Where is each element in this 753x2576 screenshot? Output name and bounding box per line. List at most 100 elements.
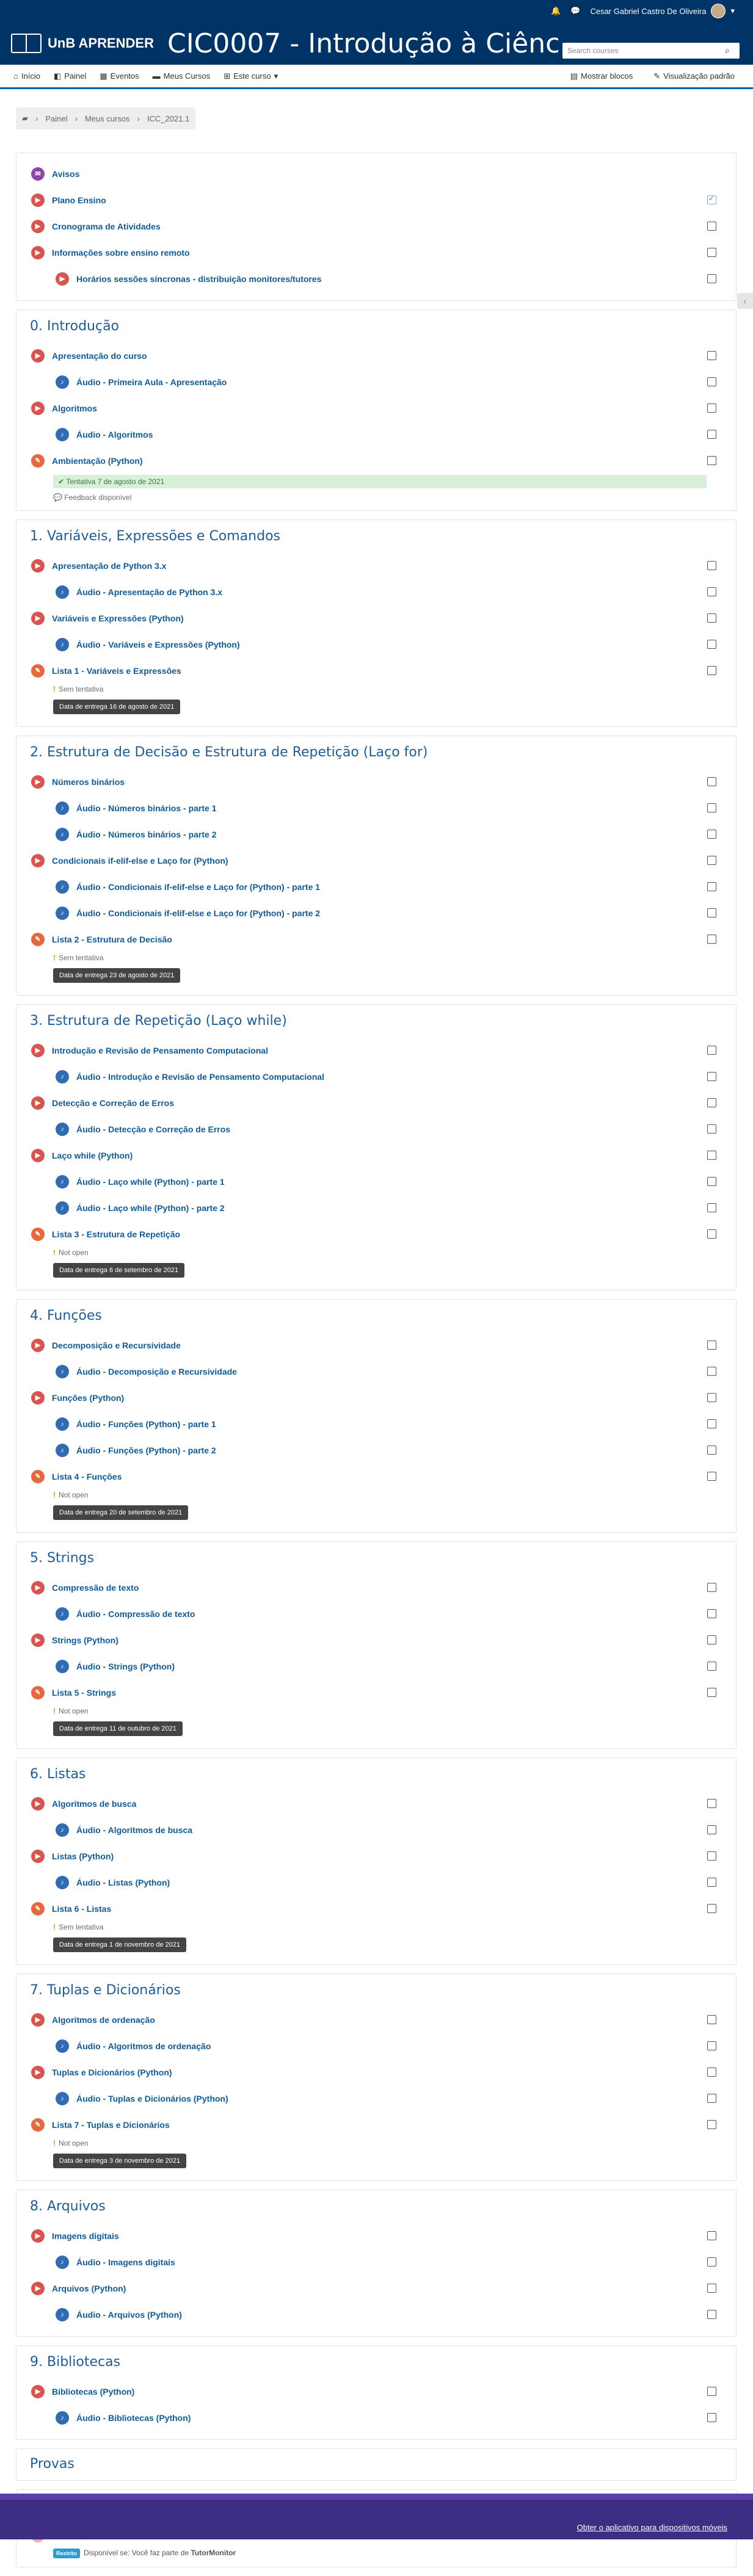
nav-my-courses[interactable]: ▬ Meus Cursos xyxy=(153,71,211,81)
activity-link[interactable]: Informações sobre ensino remoto xyxy=(52,248,190,258)
activity-link[interactable]: Áudio - Variáveis e Expressões (Python) xyxy=(76,640,240,649)
completion-checkbox[interactable] xyxy=(707,2068,716,2077)
activity-link[interactable]: Arquivos (Python) xyxy=(52,2284,126,2293)
activity-link[interactable]: Lista 2 - Estrutura de Decisão xyxy=(52,935,172,944)
activity-link[interactable]: Lista 1 - Variáveis e Expressões xyxy=(52,666,181,676)
activity-link[interactable]: Horários sessões síncronas - distribuiçã… xyxy=(76,274,321,284)
completion-checkbox[interactable] xyxy=(707,777,716,786)
activity-link[interactable]: Áudio - Strings (Python) xyxy=(76,1662,175,1671)
activity-link[interactable]: Cronograma de Atividades xyxy=(52,222,161,231)
section-title[interactable]: 5. Strings xyxy=(30,1550,722,1566)
completion-checkbox[interactable] xyxy=(707,1472,716,1481)
completion-checkbox[interactable] xyxy=(707,1878,716,1887)
completion-checkbox[interactable] xyxy=(707,1046,716,1055)
completion-checkbox[interactable] xyxy=(707,2041,716,2050)
completion-checkbox[interactable] xyxy=(707,194,716,204)
activity-link[interactable]: Decomposição e Recursividade xyxy=(52,1340,181,1350)
completion-checkbox[interactable] xyxy=(707,1124,716,1134)
activity-link[interactable]: Lista 4 - Funções xyxy=(52,1472,122,1482)
completion-checkbox[interactable] xyxy=(707,1904,716,1913)
completion-checkbox[interactable] xyxy=(707,1367,716,1376)
activity-link[interactable]: Áudio - Decomposição e Recursividade xyxy=(76,1367,237,1377)
completion-checkbox[interactable] xyxy=(707,2413,716,2422)
completion-checkbox[interactable] xyxy=(707,377,716,386)
site-logo[interactable]: UnB APRENDER xyxy=(11,34,154,53)
activity-link[interactable]: Algoritmos xyxy=(52,403,97,413)
completion-checkbox[interactable] xyxy=(707,803,716,812)
section-title[interactable]: 0. Introdução xyxy=(30,319,722,334)
activity-link[interactable]: Áudio - Algoritmos xyxy=(76,430,153,440)
activity-link[interactable]: Detecção e Correção de Erros xyxy=(52,1098,174,1108)
activity-link[interactable]: Números binários xyxy=(52,777,125,787)
activity-link[interactable]: Laço while (Python) xyxy=(52,1151,133,1160)
mobile-app-link[interactable]: Obter o aplicativo para dispositivos móv… xyxy=(577,2523,727,2532)
completion-checkbox[interactable] xyxy=(707,222,716,231)
activity-link[interactable]: Áudio - Compressão de texto xyxy=(76,1609,195,1619)
completion-checkbox[interactable] xyxy=(707,666,716,675)
completion-checkbox[interactable] xyxy=(707,935,716,944)
activity-link[interactable]: Áudio - Primeira Aula - Apresentação xyxy=(76,377,227,387)
completion-checkbox[interactable] xyxy=(707,1340,716,1350)
completion-checkbox[interactable] xyxy=(707,248,716,257)
activity-link[interactable]: Áudio - Detecção e Correção de Erros xyxy=(76,1124,230,1134)
section-title[interactable]: 8. Arquivos xyxy=(30,2199,722,2214)
nav-events[interactable]: ▦ Eventos xyxy=(100,71,139,81)
activity-link[interactable]: Áudio - Condicionais if-elif-else e Laço… xyxy=(76,882,320,892)
completion-checkbox[interactable] xyxy=(707,1445,716,1455)
section-title[interactable]: 7. Tuplas e Dicionários xyxy=(30,1983,722,1998)
completion-checkbox[interactable] xyxy=(707,856,716,865)
completion-checkbox[interactable] xyxy=(707,456,716,465)
completion-checkbox[interactable] xyxy=(707,1609,716,1618)
activity-link[interactable]: Listas (Python) xyxy=(52,1851,114,1861)
section-title[interactable]: 2. Estrutura de Decisão e Estrutura de R… xyxy=(30,745,722,760)
breadcrumb-item[interactable]: Meus cursos xyxy=(85,114,130,123)
completion-checkbox[interactable] xyxy=(707,274,716,283)
user-menu[interactable]: Cesar Gabriel Castro De Oliveira ▾ xyxy=(590,4,735,18)
completion-checkbox[interactable] xyxy=(707,613,716,623)
activity-link[interactable]: Lista 6 - Listas xyxy=(52,1904,111,1914)
completion-checkbox[interactable] xyxy=(707,1799,716,1808)
completion-checkbox[interactable] xyxy=(707,587,716,596)
activity-link[interactable]: Algoritmos de ordenação xyxy=(52,2015,155,2025)
completion-checkbox[interactable] xyxy=(707,1151,716,1160)
nav-home[interactable]: ⌂ Início xyxy=(13,71,40,81)
search-input[interactable]: Search courses ⌕ xyxy=(562,43,740,59)
activity-link[interactable]: Lista 7 - Tuplas e Dicionários xyxy=(52,2120,170,2130)
completion-checkbox[interactable] xyxy=(707,2015,716,2024)
completion-checkbox[interactable] xyxy=(707,2284,716,2293)
completion-checkbox[interactable] xyxy=(707,1662,716,1671)
completion-checkbox[interactable] xyxy=(707,2387,716,2396)
completion-checkbox[interactable] xyxy=(707,403,716,413)
completion-checkbox[interactable] xyxy=(707,2120,716,2129)
activity-link[interactable]: Áudio - Números binários - parte 2 xyxy=(76,830,216,839)
activity-link[interactable]: Variáveis e Expressões (Python) xyxy=(52,613,184,623)
completion-checkbox[interactable] xyxy=(707,1098,716,1107)
activity-link[interactable]: Áudio - Funções (Python) - parte 1 xyxy=(76,1419,216,1429)
activity-link[interactable]: Áudio - Imagens digitais xyxy=(76,2257,175,2267)
activity-link[interactable]: Plano Ensino xyxy=(52,195,106,205)
completion-checkbox[interactable] xyxy=(707,1229,716,1239)
activity-link[interactable]: Áudio - Números binários - parte 1 xyxy=(76,803,216,813)
section-title[interactable]: 4. Funções xyxy=(30,1308,722,1323)
completion-checkbox[interactable] xyxy=(707,1825,716,1834)
activity-link[interactable]: Áudio - Tuplas e Dicionários (Python) xyxy=(76,2094,228,2104)
search-icon[interactable]: ⌕ xyxy=(725,45,736,56)
activity-link[interactable]: Áudio - Algoritmos de busca xyxy=(76,1825,192,1835)
completion-checkbox[interactable] xyxy=(707,908,716,917)
completion-checkbox[interactable] xyxy=(707,1393,716,1402)
activity-link[interactable]: Condicionais if-elif-else e Laço for (Py… xyxy=(52,856,228,866)
completion-checkbox[interactable] xyxy=(707,1635,716,1644)
completion-checkbox[interactable] xyxy=(707,1072,716,1081)
completion-checkbox[interactable] xyxy=(707,882,716,891)
activity-link[interactable]: Funções (Python) xyxy=(52,1393,124,1403)
activity-link[interactable]: Áudio - Laço while (Python) - parte 2 xyxy=(76,1203,225,1213)
chat-icon[interactable]: 💬 xyxy=(570,6,580,16)
completion-checkbox[interactable] xyxy=(707,2094,716,2103)
activity-link[interactable]: Apresentação do curso xyxy=(52,351,147,361)
completion-checkbox[interactable] xyxy=(707,1177,716,1186)
bell-icon[interactable]: 🔔 xyxy=(551,6,561,16)
nav-this-course[interactable]: ⊞ Este curso ▾ xyxy=(224,71,278,81)
completion-checkbox[interactable] xyxy=(707,640,716,649)
activity-link[interactable]: Áudio - Laço while (Python) - parte 1 xyxy=(76,1177,225,1187)
section-title[interactable]: 6. Listas xyxy=(30,1767,722,1782)
